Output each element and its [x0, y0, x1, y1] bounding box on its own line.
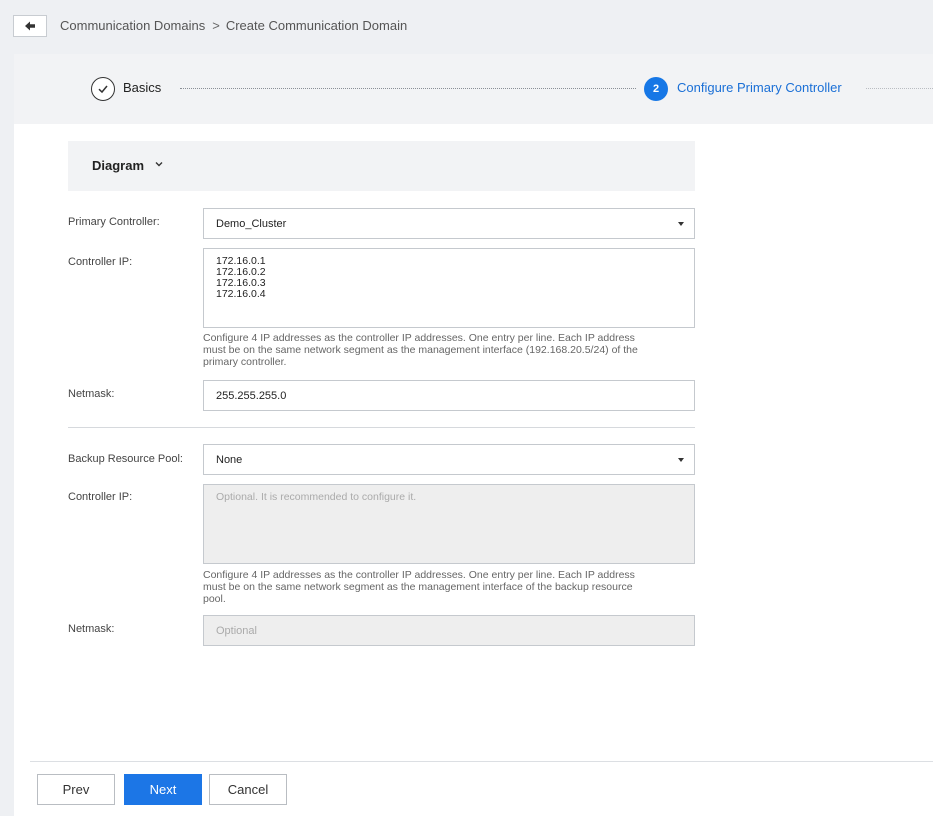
- diagram-toggle[interactable]: Diagram: [92, 158, 144, 173]
- backup-controller-ip-textarea[interactable]: Optional. It is recommended to configure…: [203, 484, 695, 564]
- ip-line: 172.16.0.3: [216, 277, 266, 289]
- top-bar: Communication Domains > Create Communicati…: [0, 0, 933, 54]
- hint-line: Configure 4 IP addresses as the controll…: [203, 569, 635, 581]
- next-button[interactable]: Next: [124, 774, 202, 805]
- step-configure-label: Configure Primary Controller: [677, 80, 842, 95]
- step-connector: [180, 88, 636, 89]
- chevron-down-icon[interactable]: [154, 159, 164, 169]
- step-2-number-icon: 2: [644, 77, 668, 101]
- primary-controller-label: Primary Controller:: [68, 216, 160, 228]
- primary-ip-hint: Configure 4 IP addresses as the controll…: [203, 332, 703, 368]
- breadcrumb-separator: >: [212, 18, 220, 33]
- backup-pool-value: None: [216, 454, 243, 466]
- prev-button[interactable]: Prev: [37, 774, 115, 805]
- primary-netmask-value: 255.255.255.0: [216, 390, 287, 402]
- backup-netmask-placeholder: Optional: [216, 625, 257, 637]
- caret-down-icon: [678, 222, 684, 226]
- breadcrumb: Communication Domains > Create Communicati…: [60, 18, 407, 33]
- backup-netmask-input[interactable]: Optional: [203, 615, 695, 646]
- hint-line: primary controller.: [203, 356, 287, 368]
- primary-controller-ip-label: Controller IP:: [68, 256, 133, 268]
- primary-netmask-input[interactable]: 255.255.255.0: [203, 380, 695, 411]
- breadcrumb-parent[interactable]: Communication Domains: [60, 18, 205, 33]
- backup-ip-hint: Configure 4 IP addresses as the controll…: [203, 569, 703, 605]
- primary-netmask-label: Netmask:: [68, 388, 115, 400]
- caret-down-icon: [678, 458, 684, 462]
- breadcrumb-current: Create Communication Domain: [225, 18, 408, 33]
- step-connector-next: [866, 88, 933, 89]
- primary-controller-select[interactable]: Demo_Cluster: [203, 208, 695, 239]
- backup-controller-ip-label: Controller IP:: [68, 491, 133, 503]
- backup-ip-placeholder: Optional. It is recommended to configure…: [216, 491, 417, 503]
- footer-divider: [30, 761, 933, 762]
- backup-pool-label: Backup Resource Pool:: [68, 453, 183, 465]
- hint-line: pool.: [203, 593, 226, 605]
- ip-line: 172.16.0.1: [216, 255, 266, 267]
- primary-controller-ip-textarea[interactable]: 172.16.0.1 172.16.0.2 172.16.0.3 172.16.…: [203, 248, 695, 328]
- wizard-steps: Basics 2 Configure Primary Controller: [14, 54, 933, 124]
- diagram-section[interactable]: Diagram: [68, 141, 695, 191]
- hint-line: Configure 4 IP addresses as the controll…: [203, 332, 635, 344]
- left-strip: [0, 54, 14, 816]
- hint-line: must be on the same network segment as t…: [203, 344, 638, 356]
- ip-line: 172.16.0.2: [216, 266, 266, 278]
- main-content: Diagram Primary Controller: Demo_Cluster…: [14, 124, 933, 816]
- check-icon: [91, 77, 115, 101]
- cancel-button[interactable]: Cancel: [209, 774, 287, 805]
- hint-line: must be on the same network segment as t…: [203, 581, 633, 593]
- backup-netmask-label: Netmask:: [68, 623, 115, 635]
- ip-line: 172.16.0.4: [216, 288, 266, 300]
- arrow-left-icon: [25, 21, 35, 31]
- section-divider: [68, 427, 695, 428]
- step-basics-label: Basics: [123, 80, 162, 95]
- back-button[interactable]: [13, 15, 47, 37]
- backup-pool-select[interactable]: None: [203, 444, 695, 475]
- primary-controller-value: Demo_Cluster: [216, 218, 287, 230]
